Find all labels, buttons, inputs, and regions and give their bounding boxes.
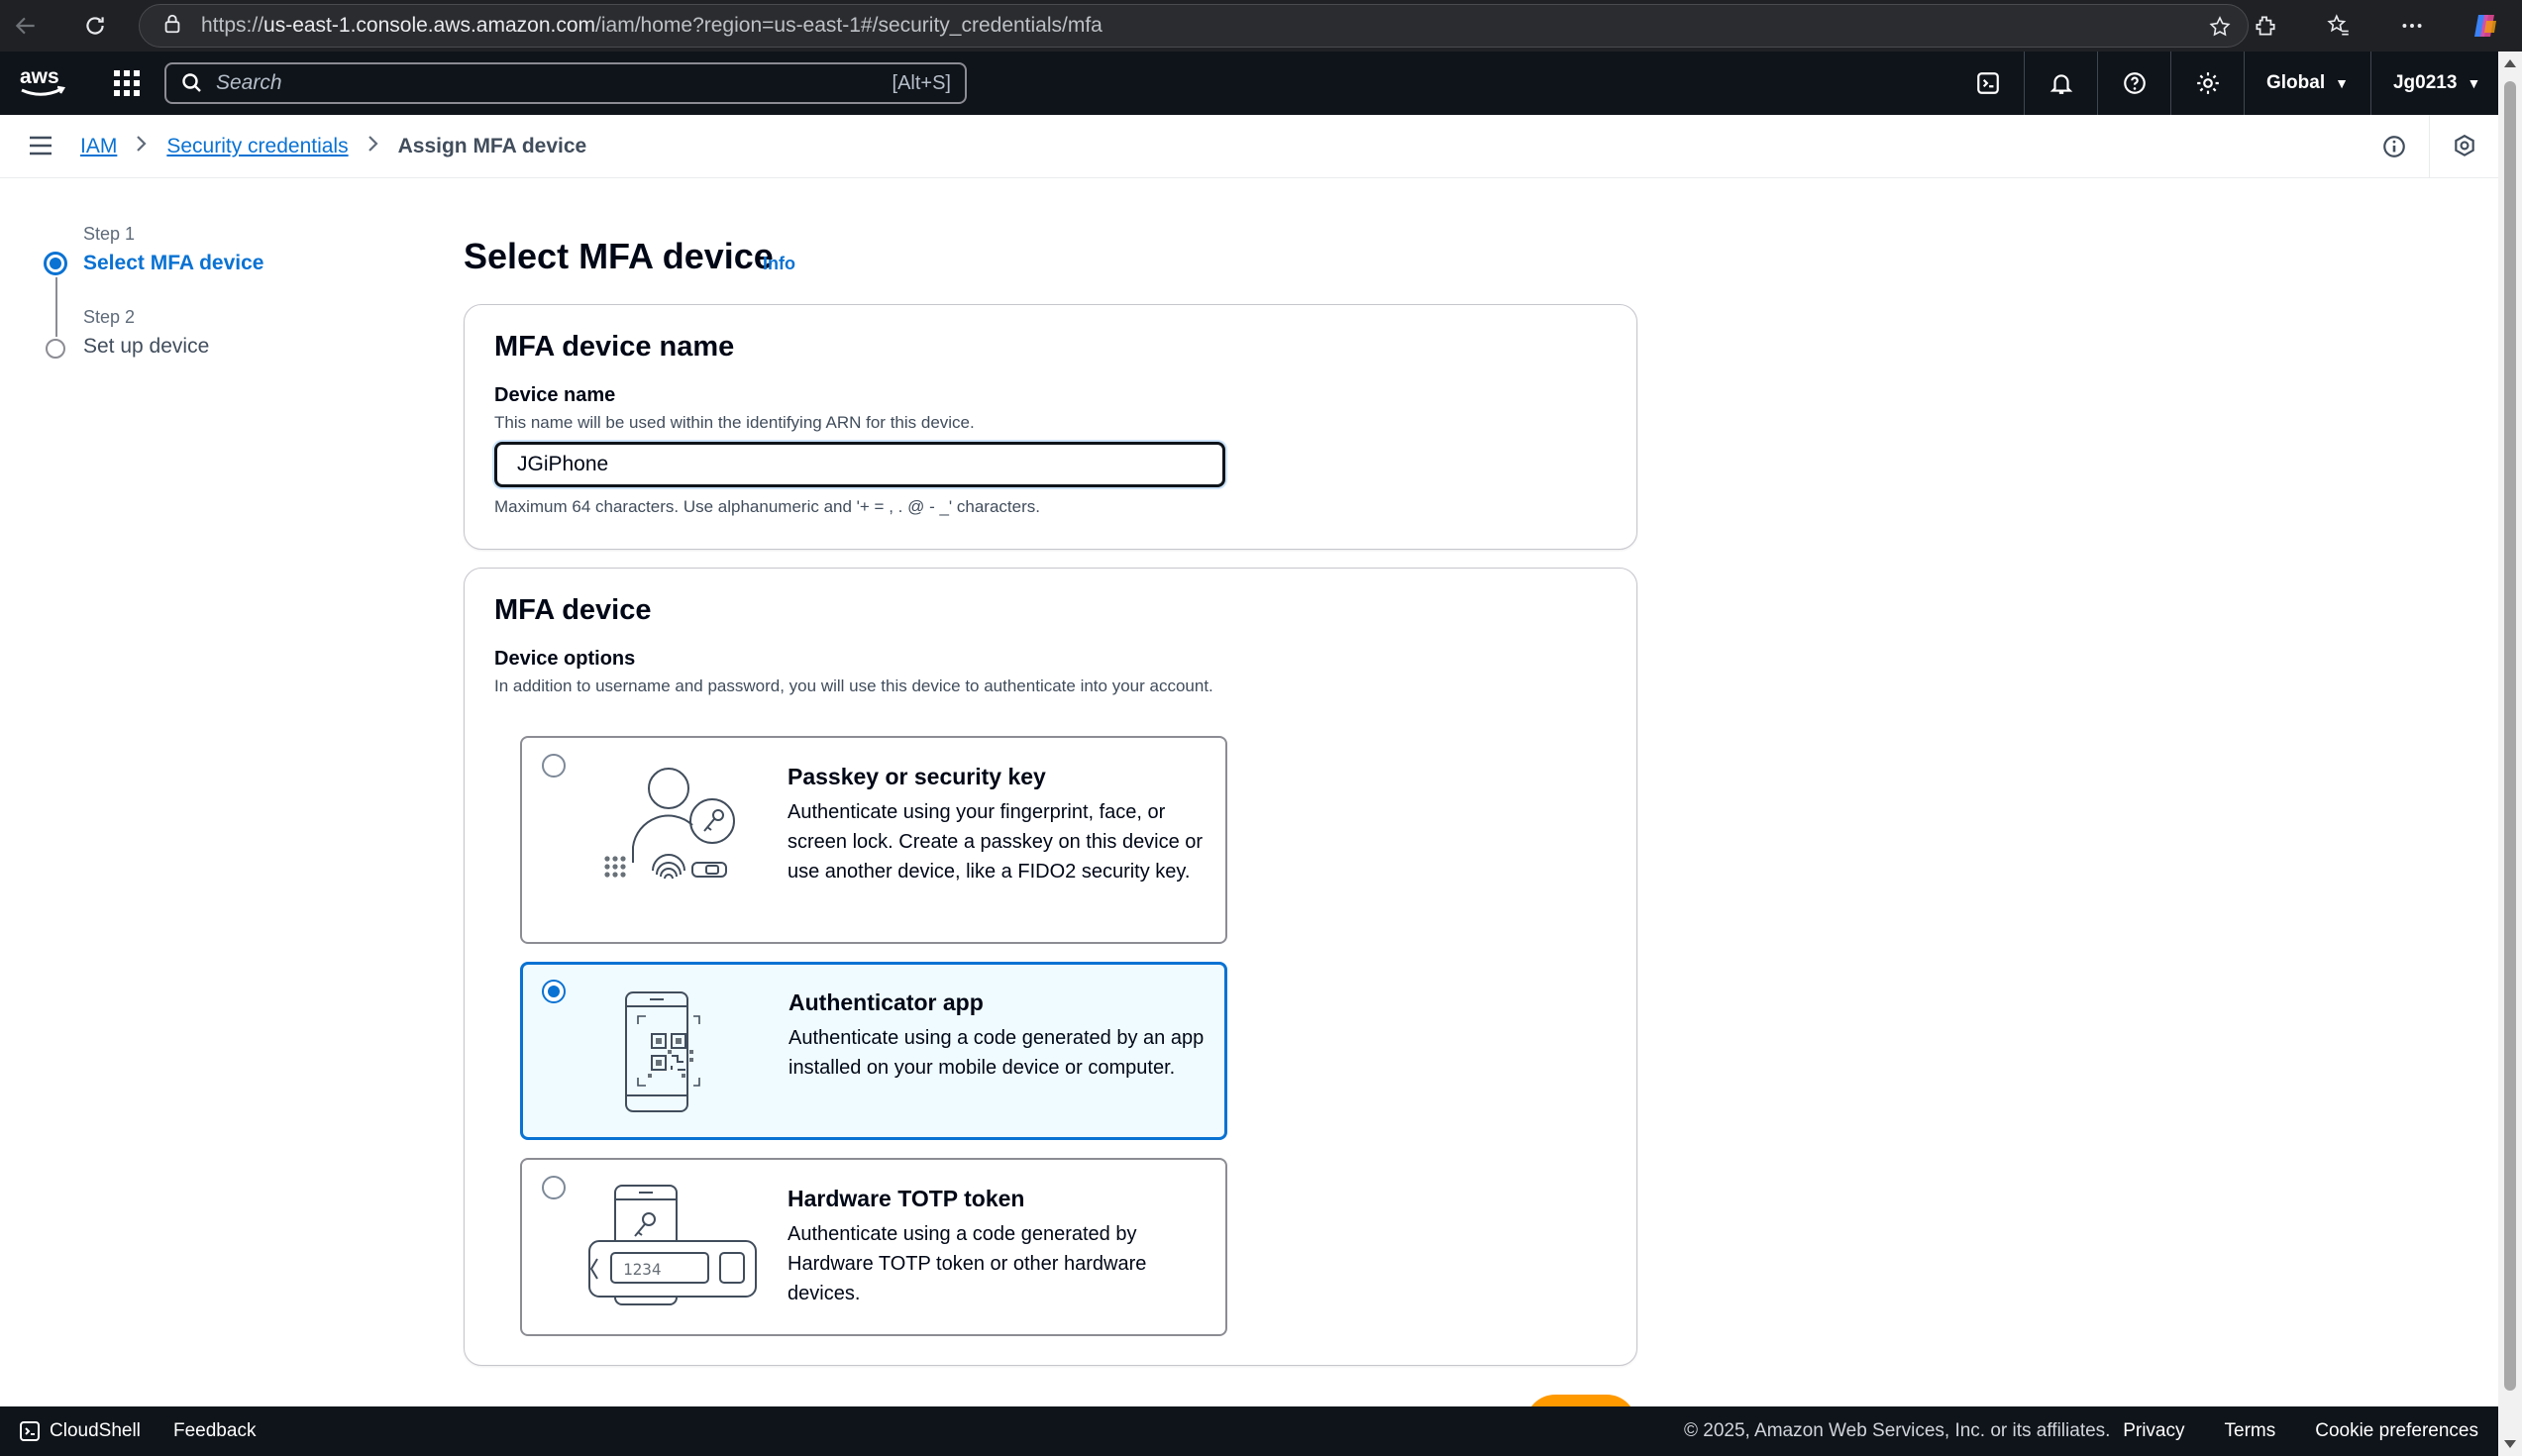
option-hardware-totp-tile[interactable]: 1234 Hardware TOTP token Authenticate us… — [520, 1158, 1227, 1336]
svg-text:aws: aws — [20, 65, 59, 88]
extensions-icon[interactable] — [2229, 0, 2302, 52]
hardware-totp-radio[interactable] — [542, 1176, 566, 1199]
browser-toolbar: https://us-east-1.console.aws.amazon.com… — [0, 0, 2522, 52]
cookie-preferences-link[interactable]: Cookie preferences — [2315, 1420, 2478, 1442]
reload-icon[interactable] — [69, 0, 121, 52]
chevron-right-icon — [135, 134, 149, 159]
step-2-title: Set up device — [83, 335, 210, 358]
more-icon[interactable] — [2375, 0, 2449, 52]
breadcrumb-bar: IAM Security credentials Assign MFA devi… — [0, 115, 2498, 178]
aws-top-nav: aws Search [Alt+S] Global ▼ Jg0213 ▼ — [0, 52, 2498, 115]
device-options-description: In addition to username and password, yo… — [494, 676, 1213, 695]
breadcrumb-security-credentials[interactable]: Security credentials — [166, 135, 348, 158]
device-name-input[interactable] — [494, 442, 1225, 487]
url-text: https://us-east-1.console.aws.amazon.com… — [201, 14, 1103, 37]
search-placeholder: Search — [216, 71, 282, 94]
hardware-token-illustration-icon: 1234 — [581, 1180, 770, 1318]
region-selector[interactable]: Global ▼ — [2245, 52, 2371, 115]
authenticator-app-radio[interactable] — [542, 980, 566, 1003]
caret-down-icon: ▼ — [2467, 75, 2481, 91]
info-link[interactable]: Info — [763, 254, 795, 274]
breadcrumb-current: Assign MFA device — [397, 135, 587, 157]
site-info-icon[interactable] — [161, 13, 183, 40]
favorites-icon[interactable] — [2302, 0, 2375, 52]
help-icon[interactable] — [2098, 52, 2171, 115]
info-panel-icon[interactable] — [2360, 115, 2429, 178]
back-icon[interactable] — [0, 0, 52, 52]
caret-down-icon: ▼ — [2335, 75, 2349, 91]
option-passkey-tile[interactable]: Passkey or security key Authenticate usi… — [520, 736, 1227, 944]
option-title: Hardware TOTP token — [788, 1186, 1025, 1211]
option-description: Authenticate using a code generated by H… — [788, 1223, 1147, 1304]
step-1-title[interactable]: Select MFA device — [83, 252, 263, 275]
console-footer: CloudShell Feedback © 2025, Amazon Web S… — [0, 1406, 2498, 1456]
cloudshell-button[interactable]: CloudShell — [18, 1419, 141, 1443]
side-nav-toggle-icon[interactable] — [28, 135, 53, 156]
search-icon — [180, 71, 204, 95]
step-2-indicator — [46, 339, 65, 359]
page-scrollbar[interactable] — [2498, 52, 2522, 1456]
option-description: Authenticate using a code generated by a… — [788, 1027, 1205, 1079]
option-authenticator-app-tile[interactable]: Authenticator app Authenticate using a c… — [520, 962, 1227, 1140]
cloudshell-label: CloudShell — [50, 1420, 141, 1441]
region-label: Global — [2266, 72, 2326, 93]
panel-heading: MFA device — [494, 594, 652, 626]
search-shortcut: [Alt+S] — [892, 71, 951, 94]
option-title: Authenticator app — [788, 989, 984, 1015]
step-2-label: Step 2 — [83, 307, 136, 327]
step-1-indicator — [44, 252, 67, 275]
scroll-up-arrow-icon[interactable] — [2504, 59, 2516, 67]
cloudshell-icon[interactable] — [1951, 52, 2025, 115]
account-menu[interactable]: Jg0213 ▼ — [2371, 52, 2502, 115]
device-options-label: Device options — [494, 648, 636, 670]
breadcrumb-iam[interactable]: IAM — [80, 135, 117, 158]
security-panel-icon[interactable] — [2429, 115, 2498, 178]
notifications-bell-icon[interactable] — [2025, 52, 2098, 115]
breadcrumb: IAM Security credentials Assign MFA devi… — [80, 115, 586, 178]
option-title: Passkey or security key — [788, 764, 1046, 789]
aws-logo-icon[interactable]: aws — [18, 63, 69, 103]
chevron-right-icon — [367, 134, 380, 159]
privacy-link[interactable]: Privacy — [2123, 1420, 2184, 1442]
console-search-input[interactable]: Search [Alt+S] — [164, 62, 967, 104]
address-bar[interactable]: https://us-east-1.console.aws.amazon.com… — [139, 4, 2249, 48]
panel-heading: MFA device name — [494, 331, 735, 363]
device-name-constraint: Maximum 64 characters. Use alphanumeric … — [494, 497, 1040, 516]
account-label: Jg0213 — [2392, 72, 2458, 93]
feedback-link[interactable]: Feedback — [173, 1420, 256, 1442]
mfa-device-panel: MFA device Device options In addition to… — [464, 568, 1637, 1366]
token-display-text: 1234 — [623, 1260, 662, 1279]
page-title: Select MFA device — [464, 236, 774, 276]
authenticator-app-illustration-icon — [582, 985, 761, 1123]
scroll-down-arrow-icon[interactable] — [2504, 1440, 2516, 1448]
settings-gear-icon[interactable] — [2171, 52, 2245, 115]
step-connector — [55, 277, 57, 337]
step-1-label: Step 1 — [83, 224, 136, 244]
mfa-device-name-panel: MFA device name Device name This name wi… — [464, 304, 1637, 550]
passkey-radio[interactable] — [542, 754, 566, 778]
device-name-label: Device name — [494, 384, 616, 406]
cloudshell-icon — [18, 1419, 42, 1443]
device-name-description: This name will be used within the identi… — [494, 413, 975, 432]
passkey-illustration-icon — [581, 756, 760, 894]
terms-link[interactable]: Terms — [2225, 1420, 2276, 1442]
option-description: Authenticate using your fingerprint, fac… — [788, 801, 1204, 883]
copyright-text: © 2025, Amazon Web Services, Inc. or its… — [1684, 1420, 2111, 1441]
copilot-icon[interactable] — [2449, 0, 2522, 52]
scrollbar-thumb[interactable] — [2504, 81, 2516, 1391]
services-grid-icon[interactable] — [109, 65, 145, 101]
